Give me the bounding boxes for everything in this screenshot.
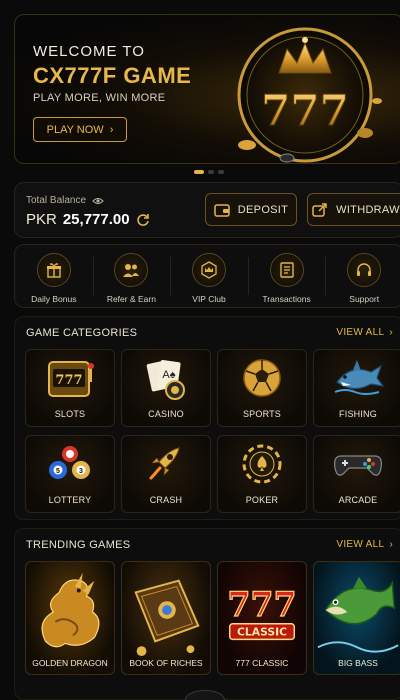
- game-card-book-of-riches[interactable]: BOOK OF RICHES: [121, 561, 211, 675]
- hero-subtitle: PLAY MORE, WIN MORE: [33, 92, 166, 104]
- section-title: GAME CATEGORIES: [26, 327, 138, 339]
- game-label: 777 CLASSIC: [235, 658, 289, 668]
- quick-action-label: Transactions: [262, 294, 311, 304]
- 777-classic-caption: CLASSIC: [237, 625, 287, 638]
- shark-icon: [334, 360, 385, 395]
- svg-text:3: 3: [79, 468, 83, 475]
- refresh-icon[interactable]: [136, 213, 150, 227]
- category-label: CRASH: [149, 495, 183, 505]
- book-icon: [134, 579, 200, 656]
- 777-classic-art: 777 CLASSIC: [227, 584, 297, 641]
- eye-icon[interactable]: [92, 197, 104, 205]
- chevron-right-icon: ›: [389, 539, 393, 550]
- svg-text:777: 777: [55, 373, 82, 388]
- carousel-dot[interactable]: [218, 170, 224, 174]
- chevron-right-icon: ›: [109, 123, 114, 136]
- quick-action-vip-club[interactable]: VIP Club: [170, 245, 248, 307]
- rocket-icon: [149, 447, 180, 480]
- category-label: POKER: [245, 495, 279, 505]
- category-tile-arcade[interactable]: ARCADE: [313, 435, 400, 513]
- quick-action-label: Refer & Earn: [106, 294, 156, 304]
- 777-emblem-icon: 777: [237, 27, 382, 163]
- category-tile-lottery[interactable]: 5 3 LOTTERY: [25, 435, 115, 513]
- carousel-indicator: [194, 170, 224, 174]
- quick-action-daily-bonus[interactable]: Daily Bonus: [15, 245, 93, 307]
- quick-action-refer-earn[interactable]: Refer & Earn: [92, 245, 171, 307]
- balance-currency: PKR: [26, 211, 57, 228]
- balance-label-row: Total Balance: [26, 195, 104, 206]
- category-tile-poker[interactable]: POKER: [217, 435, 307, 513]
- receipt-icon: [269, 253, 304, 287]
- wallet-icon: [214, 203, 230, 217]
- soccer-ball-icon: [243, 359, 281, 397]
- play-now-label: PLAY NOW: [46, 123, 104, 136]
- carousel-dot[interactable]: [208, 170, 214, 174]
- game-card-777-classic[interactable]: 777 CLASSIC 777 CLASSIC: [217, 561, 307, 675]
- game-card-big-bass[interactable]: BIG BASS: [313, 561, 400, 675]
- cards-icon: A♠: [146, 360, 185, 400]
- withdraw-button[interactable]: WITHDRAW: [307, 193, 400, 226]
- category-label: FISHING: [339, 409, 377, 419]
- category-label: SPORTS: [242, 409, 282, 419]
- poker-chip-icon: [242, 444, 282, 484]
- hero-game-title: CX777F GAME: [33, 63, 192, 88]
- 777-classic-digits: 777: [227, 585, 296, 624]
- quick-action-transactions[interactable]: Transactions: [247, 245, 326, 307]
- view-all-trending-link[interactable]: VIEW ALL ›: [336, 539, 393, 550]
- section-title: TRENDING GAMES: [26, 539, 131, 551]
- balance-card: Total Balance PKR 25,777.00 DEPOSIT WITH…: [14, 182, 400, 238]
- category-tile-casino[interactable]: A♠ CASINO: [121, 349, 211, 427]
- hero-welcome-text: WELCOME TO: [33, 43, 145, 60]
- headset-icon: [347, 253, 382, 287]
- deposit-label: DEPOSIT: [237, 203, 289, 216]
- category-tile-sports[interactable]: SPORTS: [217, 349, 307, 427]
- quick-action-label: Support: [349, 294, 380, 304]
- view-all-label: VIEW ALL: [336, 327, 385, 338]
- deposit-button[interactable]: DEPOSIT: [205, 193, 297, 226]
- quick-action-label: Daily Bonus: [31, 294, 77, 304]
- svg-text:5: 5: [56, 468, 60, 475]
- gamepad-icon: [334, 455, 382, 476]
- chevron-right-icon: ›: [389, 327, 393, 338]
- game-label: BIG BASS: [338, 658, 378, 668]
- carousel-dot[interactable]: [194, 170, 204, 174]
- game-label: GOLDEN DRAGON: [32, 658, 108, 668]
- hero-banner[interactable]: WELCOME TO CX777F GAME PLAY MORE, WIN MO…: [14, 14, 400, 164]
- category-tile-fishing[interactable]: FISHING: [313, 349, 400, 427]
- quick-action-support[interactable]: Support: [325, 245, 400, 307]
- hero-emblem-text: 777: [261, 86, 349, 135]
- lottery-balls-icon: 5 3: [49, 446, 90, 479]
- category-label: ARCADE: [338, 495, 378, 505]
- trending-games-section: TRENDING GAMES VIEW ALL › GOLDEN DRAGON …: [14, 528, 400, 700]
- play-now-button[interactable]: PLAY NOW ›: [33, 117, 127, 142]
- game-label: BOOK OF RICHES: [129, 658, 203, 668]
- quick-actions-bar: Daily Bonus Refer & Earn VIP Club Transa…: [14, 244, 400, 308]
- game-categories-section: GAME CATEGORIES VIEW ALL › 777 SLOTS A♠: [14, 316, 400, 520]
- slot-machine-icon: 777: [48, 361, 94, 397]
- dragon-icon: [41, 572, 100, 648]
- quick-action-label: VIP Club: [192, 294, 226, 304]
- svg-text:A♠: A♠: [162, 369, 175, 381]
- gift-icon: [36, 253, 71, 287]
- category-label: CASINO: [148, 409, 184, 419]
- category-label: LOTTERY: [48, 495, 92, 505]
- crown-icon: [191, 253, 226, 287]
- category-label: SLOTS: [54, 409, 86, 419]
- category-tile-slots[interactable]: 777 SLOTS: [25, 349, 115, 427]
- withdraw-label: WITHDRAW: [336, 203, 400, 216]
- balance-label: Total Balance: [26, 195, 87, 206]
- users-icon: [114, 253, 149, 287]
- view-all-label: VIEW ALL: [336, 539, 385, 550]
- category-tile-crash[interactable]: CRASH: [121, 435, 211, 513]
- fish-icon: [317, 576, 399, 653]
- balance-amount-row: PKR 25,777.00: [26, 211, 150, 228]
- view-all-categories-link[interactable]: VIEW ALL ›: [336, 327, 393, 338]
- game-card-golden-dragon[interactable]: GOLDEN DRAGON: [25, 561, 115, 675]
- withdraw-icon: [312, 202, 327, 217]
- balance-amount: 25,777.00: [62, 211, 130, 228]
